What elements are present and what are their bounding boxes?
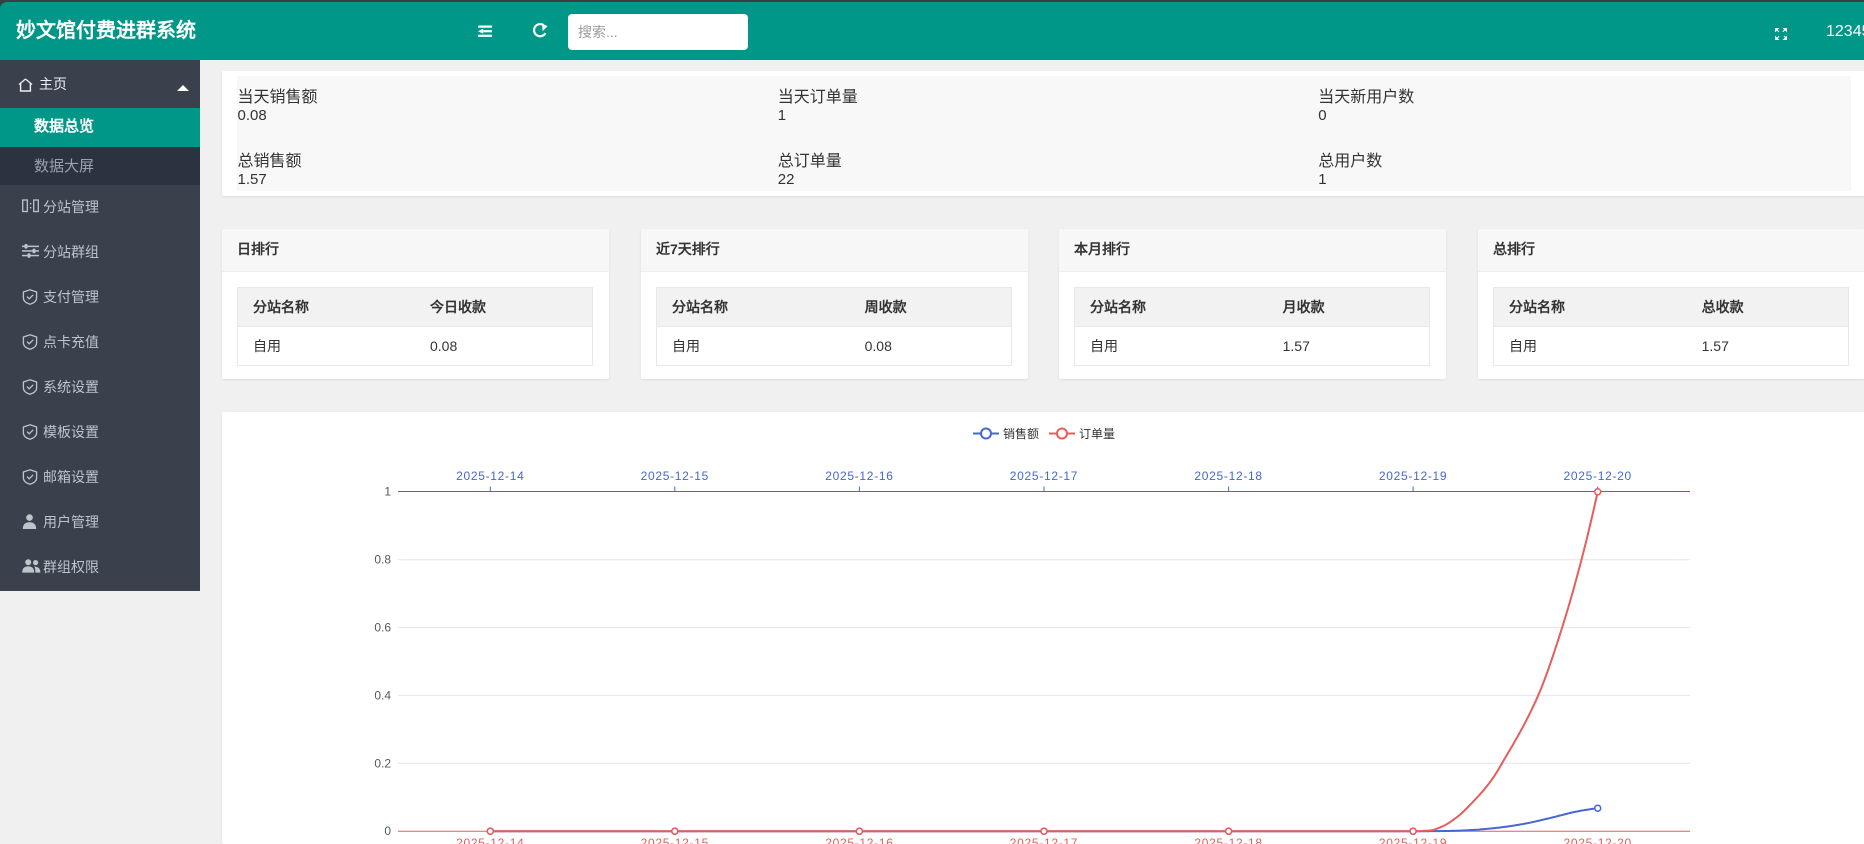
svg-text:2025-12-15: 2025-12-15 [641,469,709,483]
svg-text:2025-12-17: 2025-12-17 [1010,836,1078,844]
svg-text:销售额: 销售额 [1003,426,1039,441]
svg-text:0: 0 [384,824,391,838]
svg-text:0.2: 0.2 [374,756,391,770]
svg-text:2025-12-18: 2025-12-18 [1194,836,1262,844]
svg-text:2025-12-17: 2025-12-17 [1010,469,1078,483]
svg-text:0.4: 0.4 [374,688,391,702]
svg-text:2025-12-14: 2025-12-14 [456,469,524,483]
svg-text:0.8: 0.8 [374,553,391,567]
svg-text:2025-12-18: 2025-12-18 [1194,469,1262,483]
svg-text:0.6: 0.6 [374,621,391,635]
svg-text:2025-12-16: 2025-12-16 [825,836,893,844]
svg-text:2025-12-15: 2025-12-15 [641,836,709,844]
svg-text:2025-12-19: 2025-12-19 [1379,469,1447,483]
svg-text:2025-12-14: 2025-12-14 [456,836,524,844]
svg-text:2025-12-16: 2025-12-16 [825,469,893,483]
svg-text:1: 1 [384,485,391,499]
svg-text:2025-12-20: 2025-12-20 [1564,836,1632,844]
svg-text:2025-12-19: 2025-12-19 [1379,836,1447,844]
svg-text:订单量: 订单量 [1079,427,1115,441]
svg-text:2025-12-20: 2025-12-20 [1564,469,1632,483]
